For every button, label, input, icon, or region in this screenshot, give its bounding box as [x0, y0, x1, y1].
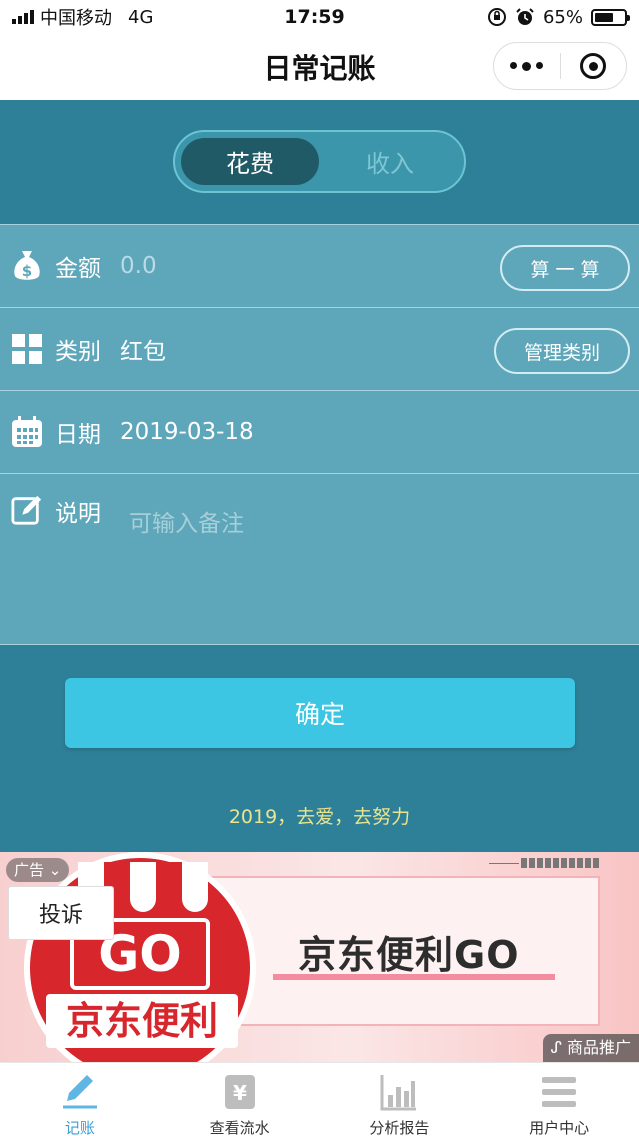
svg-text:$: $ [22, 262, 32, 280]
toggle-income[interactable]: 收入 [321, 138, 459, 185]
ad-banner[interactable]: 京东便利GO GO 京东便利 广告 ⌄ 投诉 ᔑ 商品推广 [0, 852, 639, 1062]
page-title: 日常记账 [263, 52, 376, 85]
edit-icon [11, 494, 43, 526]
note-input[interactable]: 可输入备注 [129, 504, 244, 538]
status-time: 17:59 [284, 6, 345, 28]
tab-record-label: 记账 [64, 1119, 95, 1136]
calendar-icon [11, 416, 43, 448]
money-bag-icon: $ [11, 250, 43, 282]
svg-text:¥: ¥ [233, 1081, 247, 1105]
status-right: 65% [427, 6, 630, 28]
tab-user[interactable]: 用户中心 [479, 1063, 639, 1136]
date-label: 日期 [55, 422, 101, 448]
confirm-button[interactable]: 确定 [65, 678, 575, 748]
amount-label: 金额 [55, 256, 101, 282]
yuan-icon: ¥ [219, 1071, 261, 1113]
tab-report-label: 分析报告 [369, 1119, 430, 1136]
date-value[interactable]: 2019-03-18 [120, 419, 254, 445]
battery-percent: 65% [542, 6, 583, 28]
slogan-text: 2019，去爱，去努力 [228, 806, 411, 828]
record-form: $ 金额 0.0 算 一 算 类别 红包 管理类别 日期 2019-03-18 … [0, 224, 639, 645]
network-type: 4G [128, 6, 154, 28]
ad-tag[interactable]: 广告 ⌄ [6, 858, 70, 882]
date-row: 日期 2019-03-18 [0, 390, 639, 473]
tab-user-label: 用户中心 [529, 1119, 590, 1136]
carrier-name: 中国移动 [40, 8, 112, 29]
category-row: 类别 红包 管理类别 [0, 307, 639, 390]
note-label: 说明 [55, 501, 101, 527]
status-left: 中国移动 4G [12, 4, 242, 30]
main-content: 花费 收入 $ 金额 0.0 算 一 算 类别 红包 管理类别 日期 2019-… [0, 100, 639, 852]
toggle-expense[interactable]: 花费 [181, 138, 319, 185]
tab-flow-label: 查看流水 [209, 1119, 270, 1136]
menu-icon [538, 1071, 580, 1113]
more-dots-icon [510, 61, 544, 71]
close-mini-program-button[interactable] [561, 43, 627, 89]
amount-input[interactable]: 0.0 [120, 253, 157, 279]
more-button[interactable] [494, 43, 560, 89]
ad-promo-tag: ᔑ 商品推广 [542, 1034, 639, 1062]
tab-flow[interactable]: ¥ 查看流水 [160, 1063, 320, 1136]
ad-headline: 京东便利GO [298, 933, 520, 977]
ad-decoration-bars [521, 858, 599, 868]
nav-bar: 日常记账 [0, 34, 639, 100]
manage-category-button[interactable]: 管理类别 [494, 328, 630, 374]
calculate-button[interactable]: 算 一 算 [500, 245, 630, 291]
pen-icon [59, 1071, 101, 1113]
battery-icon [591, 8, 630, 26]
target-icon [580, 53, 607, 79]
mini-program-capsule [493, 42, 627, 90]
bar-chart-icon [378, 1071, 420, 1113]
orientation-lock-icon [487, 8, 506, 26]
ad-tag-text: 广告 [14, 861, 45, 879]
chevron-down-icon: ⌄ [44, 861, 62, 879]
ad-promo-text: 商品推广 [566, 1038, 631, 1057]
ad-logo-name: 京东便利 [46, 994, 238, 1048]
alarm-icon [516, 8, 534, 25]
mini-program-icon: ᔑ [550, 1038, 567, 1057]
grid-icon [11, 333, 43, 365]
amount-row: $ 金额 0.0 算 一 算 [0, 224, 639, 307]
ad-decoration-line [489, 863, 519, 864]
battery-fill [595, 12, 614, 22]
type-toggle: 花费 收入 [173, 130, 466, 193]
tab-bar: 记账 ¥ 查看流水 分析报告 用户中心 [0, 1062, 639, 1136]
status-bar: 中国移动 4G 17:59 65% [0, 0, 639, 34]
complain-button[interactable]: 投诉 [8, 886, 114, 940]
ad-underline [273, 974, 555, 980]
tab-record[interactable]: 记账 [0, 1063, 160, 1136]
category-label: 类别 [55, 339, 101, 365]
tab-report[interactable]: 分析报告 [320, 1063, 480, 1136]
note-row: 说明 可输入备注 [0, 473, 639, 645]
signal-icon [12, 10, 34, 24]
category-value[interactable]: 红包 [120, 332, 166, 366]
